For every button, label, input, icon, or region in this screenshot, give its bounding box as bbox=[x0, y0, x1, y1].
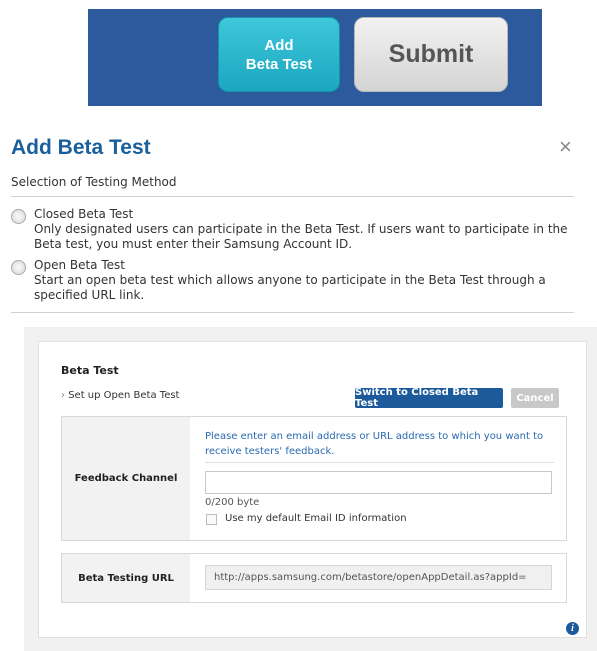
add-button-line2: Beta Test bbox=[245, 55, 313, 73]
open-beta-label: Open Beta Test bbox=[34, 258, 125, 272]
divider bbox=[205, 462, 554, 463]
close-icon[interactable]: × bbox=[559, 134, 572, 160]
setup-open-beta-text: Set up Open Beta Test bbox=[68, 390, 180, 401]
section-label: Selection of Testing Method bbox=[11, 175, 177, 189]
panel-title: Beta Test bbox=[61, 364, 119, 377]
feedback-channel-input[interactable] bbox=[205, 471, 552, 494]
switch-to-closed-beta-button[interactable]: Switch to Closed Beta Test bbox=[355, 387, 503, 409]
dialog-title: Add Beta Test bbox=[11, 136, 151, 159]
feedback-channel-label: Feedback Channel bbox=[62, 417, 190, 540]
add-beta-test-button[interactable]: Add Beta Test bbox=[218, 17, 340, 92]
feedback-channel-box: Feedback Channel Please enter an email a… bbox=[61, 416, 567, 541]
info-icon[interactable]: i bbox=[566, 622, 579, 635]
default-email-checkbox[interactable] bbox=[206, 514, 217, 525]
beta-testing-url-box: Beta Testing URL http://apps.samsung.com… bbox=[61, 553, 567, 603]
byte-counter: 0/200 byte bbox=[205, 497, 260, 508]
divider bbox=[11, 312, 574, 313]
top-banner: Add Beta Test Submit bbox=[88, 9, 542, 106]
divider bbox=[11, 196, 574, 197]
closed-beta-radio[interactable] bbox=[11, 209, 26, 224]
add-button-line1: Add bbox=[264, 36, 294, 54]
setup-open-beta-label: › Set up Open Beta Test bbox=[61, 390, 179, 401]
closed-beta-description: Only designated users can participate in… bbox=[34, 222, 568, 251]
breadcrumb-marker: › bbox=[61, 390, 65, 401]
closed-beta-label: Closed Beta Test bbox=[34, 207, 134, 221]
feedback-hint: Please enter an email address or URL add… bbox=[205, 431, 544, 457]
submit-button[interactable]: Submit bbox=[354, 17, 508, 92]
open-beta-description: Start an open beta test which allows any… bbox=[34, 273, 546, 302]
default-email-checkbox-label: Use my default Email ID information bbox=[225, 513, 407, 524]
beta-testing-url-field[interactable]: http://apps.samsung.com/betastore/openAp… bbox=[205, 565, 552, 590]
open-beta-radio[interactable] bbox=[11, 260, 26, 275]
cancel-button[interactable]: Cancel bbox=[511, 388, 559, 408]
beta-testing-url-label: Beta Testing URL bbox=[62, 554, 190, 602]
beta-test-panel: Beta Test › Set up Open Beta Test Switch… bbox=[38, 341, 587, 638]
